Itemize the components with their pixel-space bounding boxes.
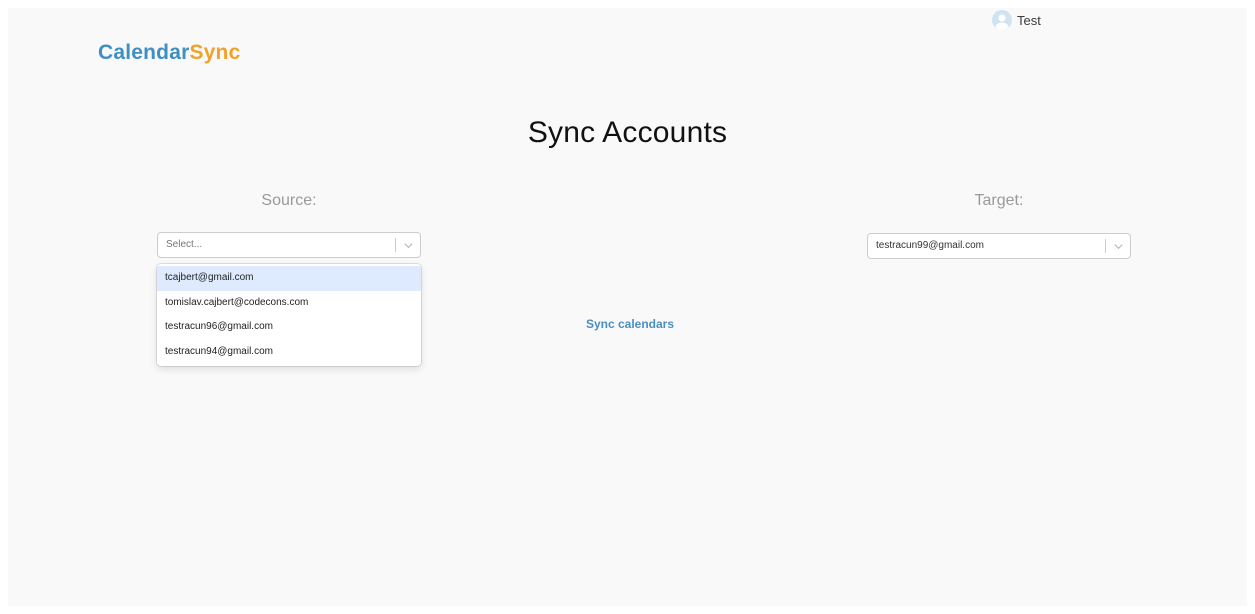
target-select-value: testracun99@gmail.com (876, 240, 984, 251)
source-select-placeholder: Select... (166, 239, 203, 250)
chevron-down-icon[interactable] (1113, 241, 1124, 252)
page: Test CalendarSync Sync Accounts Source: … (8, 8, 1247, 606)
logo-part-calendar: Calendar (98, 41, 190, 64)
source-options-menu: tcajbert@gmail.com tomislav.cajbert@code… (157, 264, 421, 366)
source-option[interactable]: testracun94@gmail.com (157, 340, 421, 365)
user-avatar-icon (992, 10, 1012, 30)
source-select-separator (395, 238, 396, 252)
user-name: Test (1017, 12, 1041, 28)
page-title: Sync Accounts (527, 116, 728, 149)
source-option[interactable]: tomislav.cajbert@codecons.com (157, 291, 421, 316)
user-menu[interactable]: Test (992, 10, 1041, 30)
sync-calendars-button[interactable]: Sync calendars (8, 317, 1252, 331)
logo-part-sync: Sync (189, 41, 241, 64)
source-select[interactable]: Select... (157, 232, 421, 258)
source-label: Source: (261, 192, 317, 209)
source-option[interactable]: tcajbert@gmail.com (157, 266, 421, 291)
target-label: Target: (974, 192, 1024, 209)
target-select[interactable]: testracun99@gmail.com (867, 233, 1131, 259)
chevron-down-icon[interactable] (403, 240, 414, 251)
target-select-separator (1105, 239, 1106, 253)
app-logo[interactable]: CalendarSync (98, 41, 240, 65)
